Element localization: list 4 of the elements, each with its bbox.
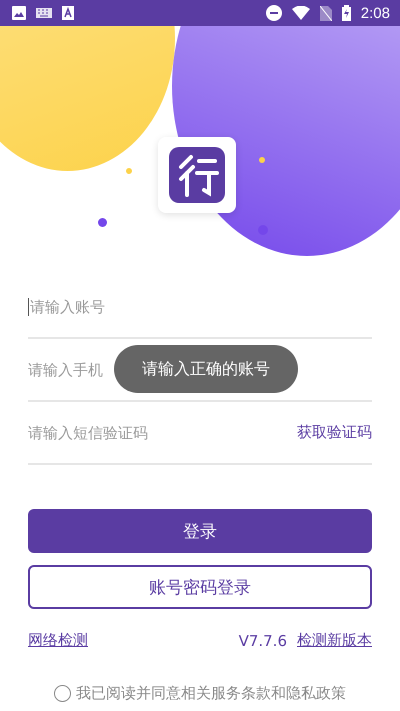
error-toast: 请输入正确的账号 (114, 345, 298, 393)
agreement-text: 我已阅读并同意相关服务条款和隐私政策 (76, 684, 346, 703)
version-text: V7.7.6 (238, 632, 287, 650)
status-time: 2:08 (360, 4, 390, 22)
